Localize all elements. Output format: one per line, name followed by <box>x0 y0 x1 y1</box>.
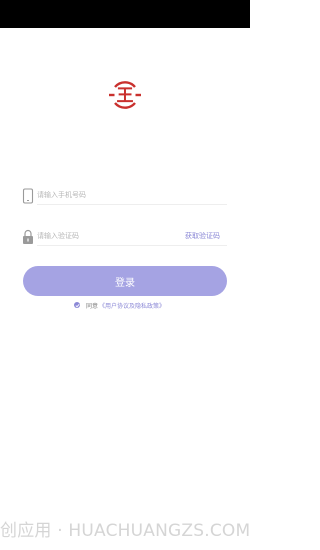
status-bar <box>0 0 250 28</box>
wang-logo-icon: 王 <box>109 81 141 109</box>
lock-icon <box>23 229 33 244</box>
watermark: 创应用 · HUACHUANGZS.COM <box>0 521 250 541</box>
agreement-prefix: 同意 <box>86 302 99 310</box>
get-code-button[interactable]: 获取验证码 <box>185 231 220 241</box>
code-field-divider <box>37 245 227 246</box>
phone-field <box>22 183 227 209</box>
agreement-row: 同意 《用户协议及隐私政策》 <box>74 299 165 311</box>
policy-link[interactable]: 《用户协议及隐私政策》 <box>99 301 165 310</box>
phone-icon <box>22 188 34 204</box>
login-button[interactable]: 登录 <box>23 266 227 296</box>
phone-field-divider <box>37 204 227 205</box>
phone-input[interactable] <box>37 185 197 205</box>
verification-code-input[interactable] <box>37 226 167 246</box>
check-icon <box>74 303 80 307</box>
agreement-checkbox[interactable] <box>74 302 80 308</box>
logo-text: 王 <box>117 86 134 106</box>
code-field: 获取验证码 <box>22 224 227 250</box>
